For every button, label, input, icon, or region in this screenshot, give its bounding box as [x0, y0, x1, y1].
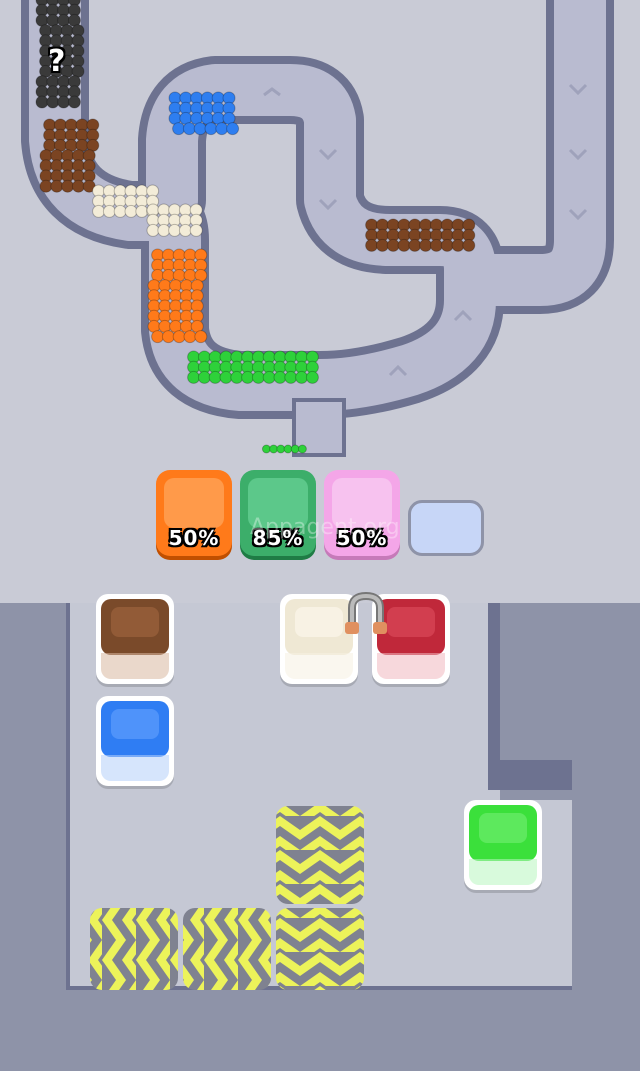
hazard-block[interactable]: [276, 908, 364, 990]
hazard-block[interactable]: [183, 908, 271, 990]
hazard-block[interactable]: [90, 908, 178, 990]
game-scene: ? 50% 85% 50% Appagent.org: [0, 0, 640, 1071]
hazard-block[interactable]: [276, 806, 364, 904]
hazard-blocks: [90, 806, 364, 990]
